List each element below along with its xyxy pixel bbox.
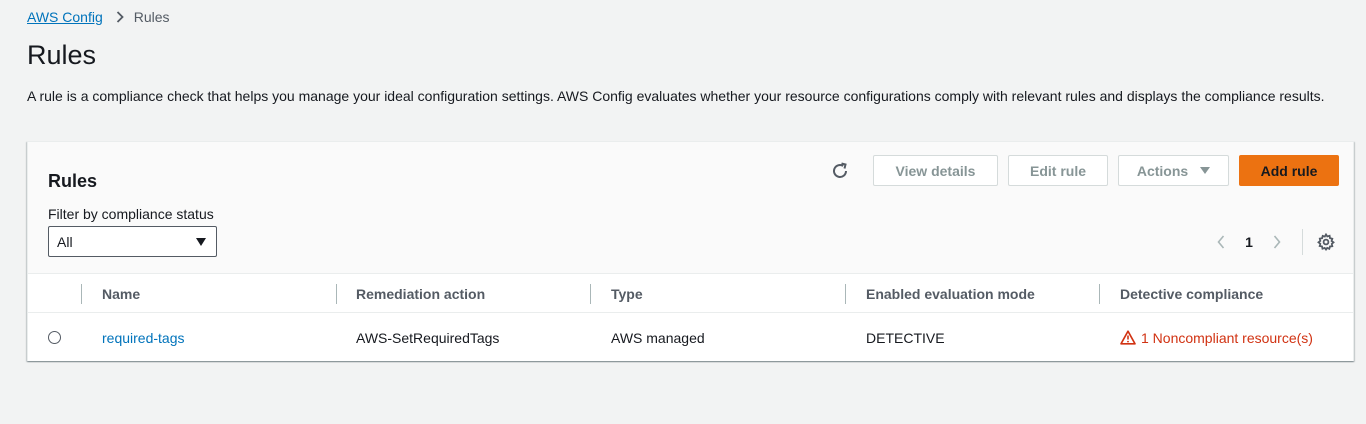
column-header-compliance[interactable]: Detective compliance <box>1120 274 1263 313</box>
column-header-remediation[interactable]: Remediation action <box>356 274 485 313</box>
filter-label: Filter by compliance status <box>48 206 214 222</box>
breadcrumb-aws-config-link[interactable]: AWS Config <box>27 9 103 25</box>
compliance-text: 1 Noncompliant resource(s) <box>1141 329 1313 346</box>
evaluation-mode-cell: DETECTIVE <box>866 329 945 346</box>
breadcrumb-current: Rules <box>133 9 170 25</box>
refresh-icon[interactable] <box>825 156 855 186</box>
page-title: Rules <box>27 40 97 70</box>
caret-down-icon <box>1200 167 1211 174</box>
caret-down-icon <box>196 238 206 246</box>
column-separator[interactable] <box>336 284 337 304</box>
toolbar: View details Edit rule Actions Add rule <box>825 155 1339 186</box>
warning-icon <box>1120 330 1136 345</box>
column-separator[interactable] <box>1099 284 1100 304</box>
column-separator[interactable] <box>845 284 846 304</box>
add-rule-button[interactable]: Add rule <box>1239 155 1339 186</box>
panel-header: Rules View details Edit rule Actions Add… <box>28 142 1353 274</box>
column-header-type[interactable]: Type <box>611 274 643 313</box>
panel-title: Rules <box>48 171 98 191</box>
compliance-filter-select[interactable]: All <box>48 226 217 257</box>
breadcrumb: AWS Config Rules <box>27 7 170 27</box>
view-details-button[interactable]: View details <box>873 155 998 186</box>
compliance-status[interactable]: 1 Noncompliant resource(s) <box>1120 330 1313 346</box>
rules-panel: Rules View details Edit rule Actions Add… <box>27 141 1354 361</box>
pagination: 1 <box>1208 227 1339 257</box>
type-cell: AWS managed <box>611 329 705 346</box>
row-select-radio[interactable] <box>48 331 61 344</box>
column-separator <box>81 284 82 304</box>
edit-rule-button[interactable]: Edit rule <box>1008 155 1108 186</box>
table-row: required-tags AWS-SetRequiredTags AWS ma… <box>28 314 1353 361</box>
actions-button[interactable]: Actions <box>1118 155 1229 186</box>
gear-icon[interactable] <box>1313 229 1339 255</box>
actions-label: Actions <box>1136 162 1189 179</box>
column-header-evaluation-mode[interactable]: Enabled evaluation mode <box>866 274 1035 313</box>
pager-divider <box>1302 229 1303 255</box>
page-number[interactable]: 1 <box>1234 234 1264 250</box>
chevron-left-icon[interactable] <box>1208 229 1234 255</box>
page-description: A rule is a compliance check that helps … <box>27 88 1325 104</box>
column-separator[interactable] <box>590 284 591 304</box>
rule-name-link[interactable]: required-tags <box>102 330 185 346</box>
chevron-right-icon <box>116 11 124 23</box>
filter-selected-value: All <box>57 233 73 250</box>
remediation-action-cell: AWS-SetRequiredTags <box>356 329 500 346</box>
table-header: Name Remediation action Type Enabled eva… <box>28 274 1353 313</box>
column-header-name[interactable]: Name <box>102 274 140 313</box>
chevron-right-icon[interactable] <box>1264 229 1290 255</box>
